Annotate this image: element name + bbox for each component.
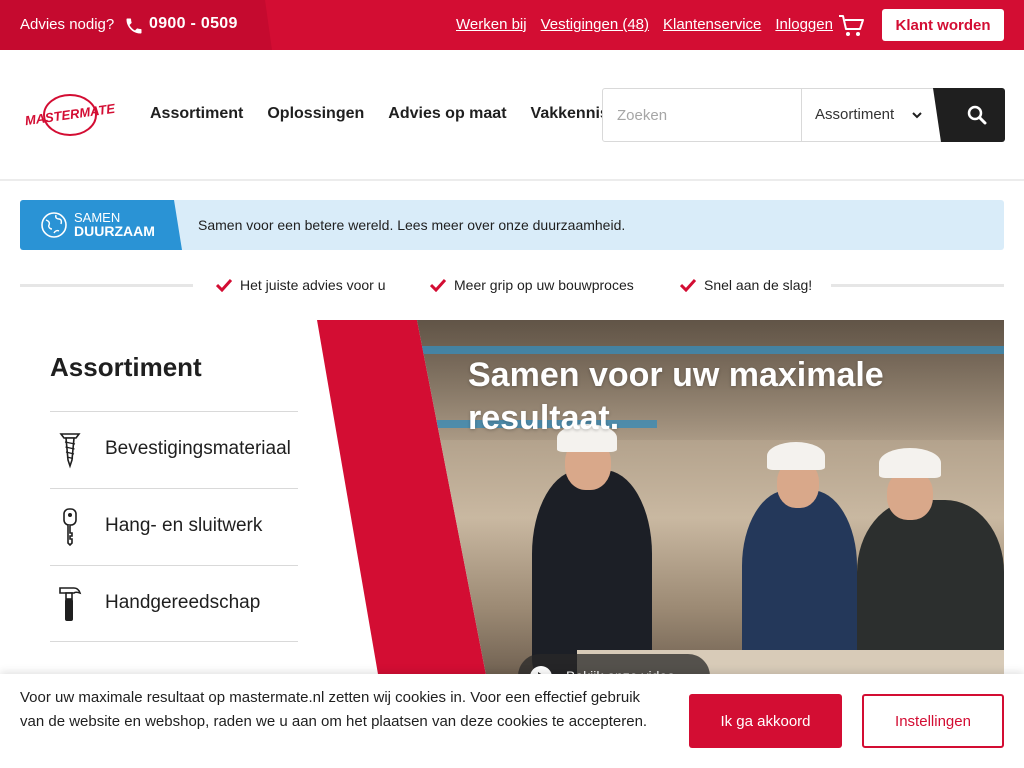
nav-oplossingen[interactable]: Oplossingen (267, 105, 364, 123)
sustainability-message: Samen voor een betere wereld. Lees meer … (198, 217, 626, 233)
logo-text: MASTERMATE (24, 101, 116, 129)
search-scope-select[interactable]: Assortiment (815, 106, 894, 123)
photo-pipe (417, 346, 1004, 354)
hero-title: Samen voor uw maximale resultaat. (468, 356, 884, 437)
badge-line-duurzaam: DUURZAAM (74, 223, 155, 239)
klantenservice-link[interactable]: Klantenservice (663, 16, 761, 33)
hero-banner[interactable]: Samen voor uw maximale resultaat. Bekijk… (317, 320, 1004, 680)
sustainability-banner[interactable]: SAMEN DUURZAAM Samen voor een betere wer… (20, 200, 1004, 250)
usp-divider-right (831, 284, 1004, 287)
cookie-bar: Voor uw maximale resultaat op mastermate… (0, 674, 1024, 768)
phone-number-link[interactable]: 0900 - 0509 (149, 15, 238, 33)
usp-label: Snel aan de slag! (704, 277, 813, 293)
search-divider (801, 89, 802, 141)
category-handgereedschap[interactable]: Handgereedschap (50, 565, 298, 642)
photo-helmet (879, 448, 941, 478)
checkmark-icon (430, 278, 446, 292)
category-label: Bevestigingsmateriaal (105, 438, 291, 459)
cookie-settings-button[interactable]: Instellingen (862, 694, 1004, 748)
key-icon (63, 508, 77, 547)
utility-links: Werken bij Vestigingen (48) Klantenservi… (456, 16, 833, 33)
search-submit-button[interactable] (933, 88, 1005, 142)
usp-item: Het juiste advies voor u (216, 277, 386, 293)
shopping-cart-icon[interactable] (838, 14, 866, 38)
phone-icon[interactable] (124, 16, 144, 36)
advice-label: Advies nodig? (20, 16, 115, 33)
globe-icon (41, 212, 67, 238)
usp-divider-left (20, 284, 193, 287)
search-input[interactable] (603, 89, 801, 141)
checkmark-icon (216, 278, 232, 292)
mastermate-logo[interactable]: MASTERMATE (20, 92, 120, 138)
chevron-down-icon[interactable] (911, 109, 923, 121)
screw-icon (59, 433, 81, 469)
cookie-text: Voor uw maximale resultaat op mastermate… (20, 689, 648, 730)
nav-vakkennis[interactable]: Vakkennis (531, 105, 609, 123)
category-bevestigingsmateriaal[interactable]: Bevestigingsmateriaal (50, 411, 298, 488)
main-header: MASTERMATE Assortiment Oplossingen Advie… (0, 50, 1024, 181)
accept-cookies-button[interactable]: Ik ga akkoord (689, 694, 842, 748)
photo-helmet (767, 442, 825, 470)
photo-worker (532, 470, 652, 680)
klant-worden-button[interactable]: Klant worden (882, 9, 1004, 41)
search-icon (967, 105, 987, 125)
checkmark-icon (680, 278, 696, 292)
usp-item: Snel aan de slag! (680, 277, 812, 293)
assortment-title: Assortiment (50, 352, 202, 382)
usp-item: Meer grip op uw bouwproces (430, 277, 634, 293)
nav-advies-op-maat[interactable]: Advies op maat (388, 105, 506, 123)
search-bar: Assortiment (602, 88, 1005, 142)
hammer-icon (59, 587, 82, 621)
category-list: Bevestigingsmateriaal Hang- en sluitwerk… (50, 411, 298, 642)
assortment-panel: Assortiment Bevestigingsmateriaal Hang- … (20, 320, 320, 680)
main-nav: Assortiment Oplossingen Advies op maat V… (150, 105, 609, 123)
category-label: Hang- en sluitwerk (105, 515, 263, 536)
nav-assortiment[interactable]: Assortiment (150, 105, 243, 123)
category-label: Handgereedschap (105, 592, 261, 613)
category-hang-en-sluitwerk[interactable]: Hang- en sluitwerk (50, 488, 298, 565)
usp-label: Meer grip op uw bouwproces (454, 277, 634, 293)
top-bar: Advies nodig? 0900 - 0509 Werken bij Ves… (0, 0, 1024, 50)
vestigingen-link[interactable]: Vestigingen (48) (541, 16, 649, 33)
werken-bij-link[interactable]: Werken bij (456, 16, 527, 33)
usp-label: Het juiste advies voor u (240, 277, 386, 293)
inloggen-link[interactable]: Inloggen (775, 16, 833, 33)
